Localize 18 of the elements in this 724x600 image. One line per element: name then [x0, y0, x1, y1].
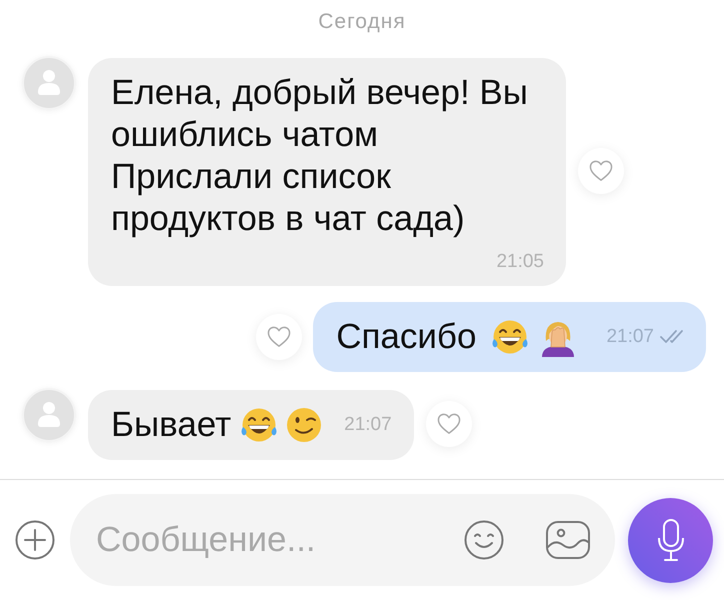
smiley-face-icon [464, 520, 504, 560]
plus-circle-icon [15, 520, 55, 560]
message-text: Бывает [111, 404, 232, 446]
message-composer[interactable]: Сообщение... [70, 494, 615, 586]
like-button[interactable] [578, 148, 624, 194]
avatar-icon [22, 388, 76, 442]
add-button[interactable] [15, 520, 55, 560]
avatar-icon [22, 56, 76, 110]
date-label: Сегодня [318, 9, 406, 34]
message-time: 21:05 [496, 252, 544, 272]
emoji-button[interactable] [464, 520, 504, 560]
message-input-field[interactable]: Сообщение... [96, 518, 448, 562]
image-button[interactable] [546, 521, 590, 559]
message-time: 21:07 [344, 415, 392, 435]
microphone-icon [656, 518, 686, 562]
message-text: Елена, добрый вечер! Вы ошиблись чатом Прислали список продуктов в чат сада) [111, 72, 529, 240]
image-icon [546, 521, 590, 559]
message-text: Спасибо [336, 316, 476, 358]
